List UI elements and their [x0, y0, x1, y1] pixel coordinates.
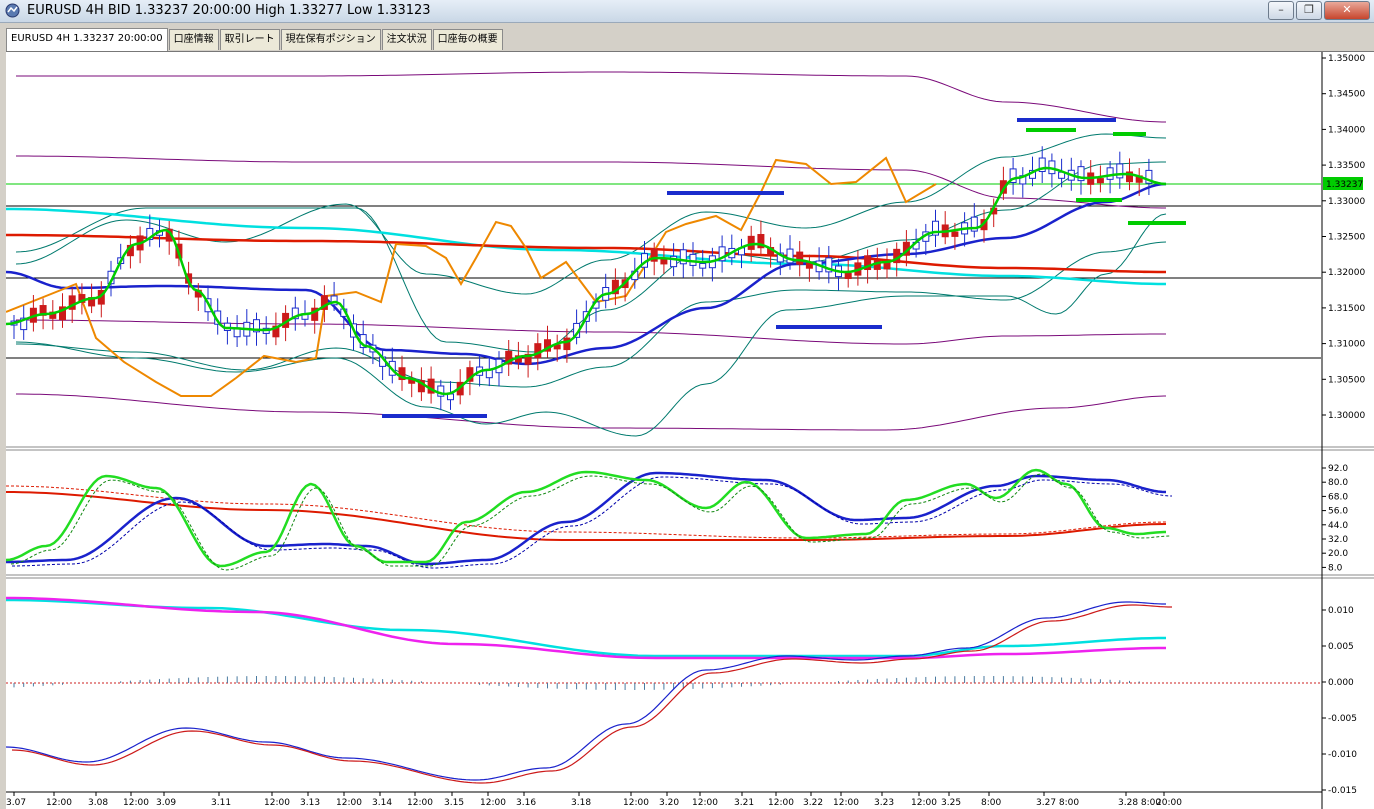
candle-body: [1116, 163, 1124, 179]
price-tick-label: 1.34500: [1328, 90, 1365, 100]
time-tick-label: 12:00: [46, 798, 72, 808]
time-tick-label: 12:00: [123, 798, 149, 808]
time-tick-label: 12:00: [911, 798, 937, 808]
time-tick-label: 12:00: [264, 798, 290, 808]
tab-chart[interactable]: EURUSD 4H 1.33237 20:00:00: [6, 28, 168, 51]
time-tick-label: 3.16: [516, 798, 536, 808]
time-tick-label: 8:00: [981, 798, 1001, 808]
macd-tick-label: -0.005: [1328, 714, 1357, 724]
price-tick-label: 1.30000: [1328, 411, 1365, 421]
chart-canvas[interactable]: 1.35000 1.34500 1.34000 1.33500 1.33000 1.325…: [6, 52, 1374, 809]
time-tick-label: 3.23: [874, 798, 894, 808]
osc-tick-label: 92.0: [1328, 464, 1348, 474]
time-tick-label: 3.11: [211, 798, 231, 808]
macd-signal-line: [11, 604, 1172, 784]
window-title: EURUSD 4H BID 1.33237 20:00:00 High 1.33…: [27, 3, 431, 18]
osc-tick-label: 32.0: [1328, 535, 1348, 545]
candle-body: [951, 231, 959, 237]
osc-green-line: [6, 468, 1166, 568]
candle-body: [747, 235, 755, 250]
time-tick-label: 3.21: [734, 798, 754, 808]
tab-rates[interactable]: 取引レート: [219, 29, 280, 50]
price-tick-label: 1.32000: [1328, 268, 1365, 278]
time-tick-label: 12:00: [623, 798, 649, 808]
candle-body: [1106, 167, 1114, 180]
chart-window[interactable]: 1.35000 1.34500 1.34000 1.33500 1.33000 1.325…: [6, 51, 1374, 809]
price-tick-label: 1.31500: [1328, 304, 1365, 314]
price-tick-label: 1.31000: [1328, 340, 1365, 350]
price-tick-label: 1.33000: [1328, 197, 1365, 207]
time-tick-label: 3.15: [444, 798, 464, 808]
time-tick-label: 3.08: [88, 798, 108, 808]
osc-tick-label: 8.0: [1328, 563, 1343, 573]
time-tick-label: 12:00: [407, 798, 433, 808]
current-price-label: 1.33237: [1326, 180, 1363, 190]
price-tick-label: 1.33500: [1328, 161, 1365, 171]
osc-tick-label: 20.0: [1328, 549, 1348, 559]
osc-tick-label: 68.0: [1328, 492, 1348, 502]
macd-tick-label: 0.005: [1328, 642, 1354, 652]
tab-account-info[interactable]: 口座情報: [168, 29, 219, 50]
time-tick-label: 20:00: [1156, 798, 1182, 808]
macd-tick-label: 0.010: [1328, 606, 1354, 616]
time-tick-label: 3.27 8:00: [1036, 798, 1079, 808]
tab-orders[interactable]: 注文状況: [381, 29, 432, 50]
title-bar: EURUSD 4H BID 1.33237 20:00:00 High 1.33…: [0, 0, 1374, 23]
time-tick-label: 12:00: [833, 798, 859, 808]
time-tick-label: 3.14: [372, 798, 392, 808]
time-tick-label: 12:00: [480, 798, 506, 808]
minimize-button[interactable]: –: [1268, 1, 1294, 20]
time-tick-label: 3.13: [300, 798, 320, 808]
macd-main-line: [6, 601, 1166, 781]
tab-account-summary[interactable]: 口座毎の概要: [432, 29, 503, 50]
price-tick-label: 1.35000: [1328, 54, 1365, 64]
osc-tick-label: 44.0: [1328, 521, 1348, 531]
osc-tick-label: 56.0: [1328, 507, 1348, 517]
time-tick-label: 3.20: [659, 798, 679, 808]
tab-positions[interactable]: 現在保有ポジション: [280, 29, 381, 50]
osc-tick-label: 80.0: [1328, 478, 1348, 488]
time-tick-label: 3.25: [941, 798, 961, 808]
tab-bar: EURUSD 4H 1.33237 20:00:00 口座情報 取引レート 現在…: [6, 28, 504, 51]
candle-body: [699, 263, 707, 269]
macd-tick-label: -0.015: [1328, 786, 1357, 796]
macd-tick-label: 0.000: [1328, 678, 1354, 688]
time-tick-label: 12:00: [768, 798, 794, 808]
candle-body: [689, 253, 697, 266]
time-tick-label: 3.07: [6, 798, 26, 808]
price-tick-label: 1.34000: [1328, 125, 1365, 135]
time-tick-label: 3.09: [156, 798, 176, 808]
time-tick-label: 3.22: [803, 798, 823, 808]
price-tick-label: 1.30500: [1328, 375, 1365, 385]
time-tick-label: 12:00: [336, 798, 362, 808]
restore-button[interactable]: ❐: [1296, 1, 1322, 20]
time-tick-label: 12:00: [692, 798, 718, 808]
price-tick-label: 1.32500: [1328, 233, 1365, 243]
osc-blue-line: [6, 471, 1167, 566]
candle-body: [1096, 178, 1104, 184]
macd-tick-label: -0.010: [1328, 750, 1357, 760]
candle-body: [796, 251, 804, 265]
close-button[interactable]: ✕: [1324, 1, 1370, 20]
time-tick-label: 3.18: [571, 798, 591, 808]
time-tick-label: 3.28 8:00: [1118, 798, 1161, 808]
candle-body: [844, 272, 852, 279]
candle-body: [534, 343, 542, 359]
app-icon: [5, 3, 20, 18]
